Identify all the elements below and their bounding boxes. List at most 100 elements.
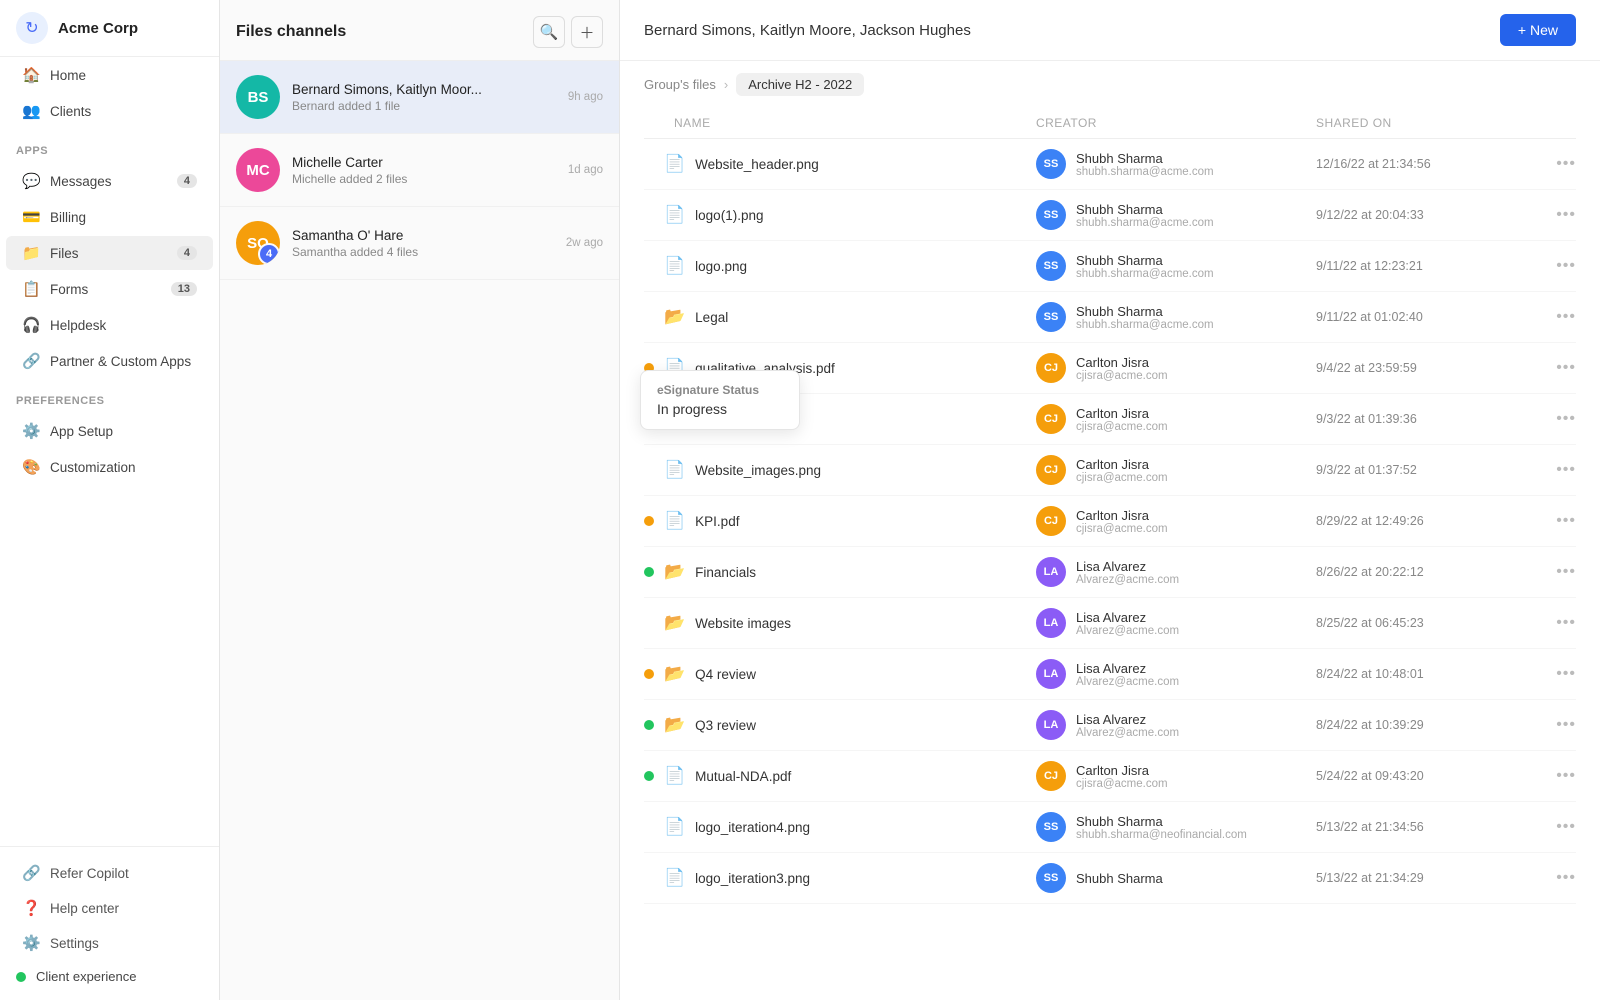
sidebar-item-clients[interactable]: 👥 Clients: [6, 94, 213, 128]
creator-name: Lisa Alvarez: [1076, 610, 1179, 625]
row-menu-button[interactable]: •••: [1556, 563, 1576, 581]
file-name-cell: 📄 logo_iteration4.png: [644, 817, 1036, 837]
sidebar-item-help[interactable]: ❓ Help center: [6, 891, 213, 925]
channel-name: Michelle Carter: [292, 155, 556, 170]
creator-email: cjisra@acme.com: [1076, 421, 1168, 433]
sidebar-item-app-setup[interactable]: ⚙️ App Setup: [6, 414, 213, 448]
breadcrumb-link[interactable]: Group's files: [644, 77, 716, 92]
channel-name: Samantha O' Hare: [292, 228, 554, 243]
table-row[interactable]: 📄 logo(1).png SS Shubh Sharma shubh.shar…: [644, 190, 1576, 241]
row-menu-button[interactable]: •••: [1556, 869, 1576, 887]
clients-icon: 👥: [22, 102, 40, 120]
row-menu-button[interactable]: •••: [1556, 206, 1576, 224]
creator-email: Alvarez@acme.com: [1076, 676, 1179, 688]
creator-avatar: CJ: [1036, 761, 1066, 791]
row-menu-button[interactable]: •••: [1556, 665, 1576, 683]
file-name-cell: 📄 Website_images.png: [644, 460, 1036, 480]
table-row[interactable]: 📄 Website_images.png CJ Carlton Jisra cj…: [644, 445, 1576, 496]
creator-info: Carlton Jisra cjisra@acme.com: [1076, 355, 1168, 382]
table-row[interactable]: 📂 Legal SS Shubh Sharma shubh.sharma@acm…: [644, 292, 1576, 343]
row-menu-button[interactable]: •••: [1556, 359, 1576, 377]
row-menu-button[interactable]: •••: [1556, 155, 1576, 173]
search-button[interactable]: 🔍: [533, 16, 565, 48]
row-actions: •••: [1536, 869, 1576, 887]
creator-name: Lisa Alvarez: [1076, 712, 1179, 727]
row-menu-button[interactable]: •••: [1556, 818, 1576, 836]
row-actions: •••: [1536, 155, 1576, 173]
creator-email: cjisra@acme.com: [1076, 778, 1168, 790]
file-rows: 📄 Website_header.png SS Shubh Sharma shu…: [644, 139, 1576, 904]
file-name-cell: 📂 Legal: [644, 307, 1036, 327]
table-row[interactable]: 📄 Mutual-NDA.pdf CJ Carlton Jisra cjisra…: [644, 751, 1576, 802]
channel-name: Bernard Simons, Kaitlyn Moor...: [292, 82, 556, 97]
row-actions: •••: [1536, 818, 1576, 836]
row-menu-button[interactable]: •••: [1556, 257, 1576, 275]
table-row[interactable]: 📄 logo_iteration4.png SS Shubh Sharma sh…: [644, 802, 1576, 853]
esignature-dot: [644, 873, 654, 883]
file-label: Website_images.png: [695, 463, 821, 478]
sidebar-item-billing[interactable]: 💳 Billing: [6, 200, 213, 234]
creator-avatar: LA: [1036, 710, 1066, 740]
creator-info: Lisa Alvarez Alvarez@acme.com: [1076, 661, 1179, 688]
sidebar-item-settings[interactable]: ⚙️ Settings: [6, 926, 213, 960]
row-menu-button[interactable]: •••: [1556, 461, 1576, 479]
channel-item[interactable]: SO 4 Samantha O' Hare Samantha added 4 f…: [220, 207, 619, 280]
row-actions: •••: [1536, 206, 1576, 224]
table-row[interactable]: 📄 Website_header.png SS Shubh Sharma shu…: [644, 139, 1576, 190]
creator-avatar: CJ: [1036, 506, 1066, 536]
channel-item[interactable]: MC Michelle Carter Michelle added 2 file…: [220, 134, 619, 207]
row-menu-button[interactable]: •••: [1556, 512, 1576, 530]
table-row[interactable]: 📂 Website images LA Lisa Alvarez Alvarez…: [644, 598, 1576, 649]
sidebar-item-forms[interactable]: 📋 Forms 13: [6, 272, 213, 306]
table-row[interactable]: 📄 logo_iteration3.png SS Shubh Sharma 5/…: [644, 853, 1576, 904]
creator-avatar: LA: [1036, 608, 1066, 638]
creator-email: shubh.sharma@acme.com: [1076, 166, 1214, 178]
creator-cell: CJ Carlton Jisra cjisra@acme.com: [1036, 761, 1316, 791]
sidebar-item-refer[interactable]: 🔗 Refer Copilot: [6, 856, 213, 890]
channel-sub: Michelle added 2 files: [292, 172, 556, 186]
partner-icon: 🔗: [22, 352, 40, 370]
creator-info: Carlton Jisra cjisra@acme.com: [1076, 508, 1168, 535]
folder-icon: 📂: [664, 562, 685, 582]
sidebar-item-customization[interactable]: 🎨 Customization: [6, 450, 213, 484]
shared-date: 8/26/22 at 20:22:12: [1316, 565, 1536, 579]
add-channel-button[interactable]: ＋: [571, 16, 603, 48]
main-panel: Bernard Simons, Kaitlyn Moore, Jackson H…: [620, 0, 1600, 1000]
help-icon: ❓: [22, 899, 40, 917]
table-row[interactable]: 📂 Financials LA Lisa Alvarez Alvarez@acm…: [644, 547, 1576, 598]
file-name-cell: 📄 Mutual-NDA.pdf: [644, 766, 1036, 786]
row-menu-button[interactable]: •••: [1556, 614, 1576, 632]
sidebar-item-home[interactable]: 🏠 Home: [6, 58, 213, 92]
sidebar-item-messages[interactable]: 💬 Messages 4: [6, 164, 213, 198]
sidebar-item-helpdesk[interactable]: 🎧 Helpdesk: [6, 308, 213, 342]
breadcrumb-current: Archive H2 - 2022: [736, 73, 864, 96]
row-menu-button[interactable]: •••: [1556, 716, 1576, 734]
table-row[interactable]: 📄 KPI.pdf CJ Carlton Jisra cjisra@acme.c…: [644, 496, 1576, 547]
sidebar-bottom: 🔗 Refer Copilot ❓ Help center ⚙️ Setting…: [0, 846, 219, 1000]
avatar: BS: [236, 75, 280, 119]
creator-name: Carlton Jisra: [1076, 355, 1168, 370]
channel-item[interactable]: BS Bernard Simons, Kaitlyn Moor... Berna…: [220, 61, 619, 134]
table-row[interactable]: 📄 logo.png SS Shubh Sharma shubh.sharma@…: [644, 241, 1576, 292]
row-menu-button[interactable]: •••: [1556, 308, 1576, 326]
shared-date: 5/13/22 at 21:34:56: [1316, 820, 1536, 834]
file-label: logo.png: [695, 259, 747, 274]
col-actions: [1536, 116, 1576, 130]
sidebar-item-partner[interactable]: 🔗 Partner & Custom Apps: [6, 344, 213, 378]
breadcrumb-separator: ›: [724, 77, 728, 92]
creator-name: Shubh Sharma: [1076, 304, 1214, 319]
new-button[interactable]: + New: [1500, 14, 1576, 46]
tooltip-title: eSignature Status: [657, 383, 783, 397]
row-menu-button[interactable]: •••: [1556, 410, 1576, 428]
shared-date: 9/11/22 at 12:23:21: [1316, 259, 1536, 273]
table-row[interactable]: 📂 Q3 review LA Lisa Alvarez Alvarez@acme…: [644, 700, 1576, 751]
file-name-cell: 📂 Q4 review: [644, 664, 1036, 684]
creator-cell: CJ Carlton Jisra cjisra@acme.com: [1036, 506, 1316, 536]
creator-cell: SS Shubh Sharma: [1036, 863, 1316, 893]
row-menu-button[interactable]: •••: [1556, 767, 1576, 785]
shared-date: 8/24/22 at 10:48:01: [1316, 667, 1536, 681]
file-name-cell: 📄 KPI.pdf: [644, 511, 1036, 531]
row-actions: •••: [1536, 563, 1576, 581]
table-row[interactable]: 📂 Q4 review LA Lisa Alvarez Alvarez@acme…: [644, 649, 1576, 700]
sidebar-item-files[interactable]: 📁 Files 4: [6, 236, 213, 270]
